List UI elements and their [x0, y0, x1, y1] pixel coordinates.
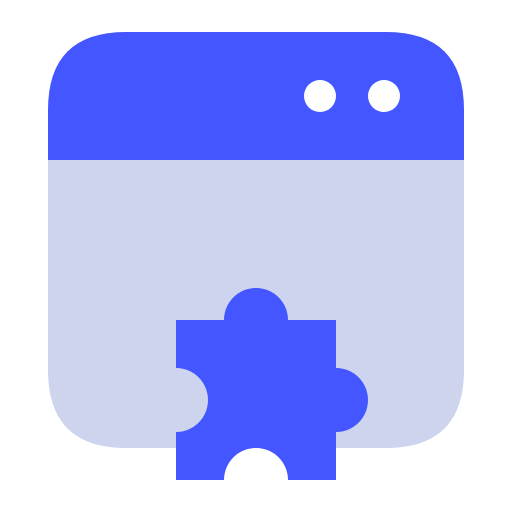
window-titlebar: [48, 32, 464, 160]
icon-canvas: [0, 0, 512, 512]
window-dot-left-icon: [304, 80, 336, 112]
browser-extension-icon: [48, 32, 464, 480]
window-dot-right-icon: [368, 80, 400, 112]
